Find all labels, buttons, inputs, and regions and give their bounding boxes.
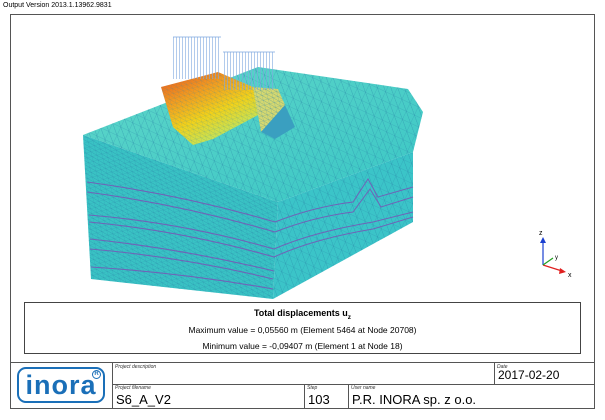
date-cell: Date 2017-02-20	[494, 363, 594, 384]
model-viewport[interactable]: z y x	[13, 17, 592, 300]
legend-min-value: Minimum value = -0,09407 m (Element 1 at…	[202, 341, 403, 351]
project-filename-value: S6_A_V2	[116, 392, 171, 407]
axis-label-x: x	[568, 272, 572, 279]
axis-triad: z y x	[539, 230, 572, 279]
project-description-cell: Project description	[112, 363, 494, 384]
load-arrows-right	[223, 52, 275, 90]
legend-title: Total displacements uz	[253, 308, 352, 321]
axis-label-z: z	[539, 230, 543, 237]
step-cell: Step 103	[304, 384, 348, 409]
results-legend: Total displacements uz Maximum value = 0…	[24, 302, 581, 354]
company-logo: inora R	[17, 367, 105, 403]
model-3d-view[interactable]: z y x	[13, 17, 592, 300]
user-name-cell: User name P.R. INORA sp. z o.o.	[348, 384, 594, 409]
legend-max-value: Maximum value = 0,05560 m (Element 5464 …	[188, 325, 417, 335]
user-name-value: P.R. INORA sp. z o.o.	[352, 392, 477, 407]
logo-cell: inora R	[11, 363, 112, 409]
date-value: 2017-02-20	[498, 368, 560, 382]
project-filename-cell: Project filename S6_A_V2	[112, 384, 304, 409]
load-arrows-left	[173, 37, 221, 79]
title-block: inora R Project description Date 2017-02…	[11, 362, 594, 409]
axis-label-y: y	[555, 255, 558, 261]
output-version: Output Version 2013.1.13962.9831	[3, 2, 112, 9]
step-value: 103	[308, 392, 330, 407]
